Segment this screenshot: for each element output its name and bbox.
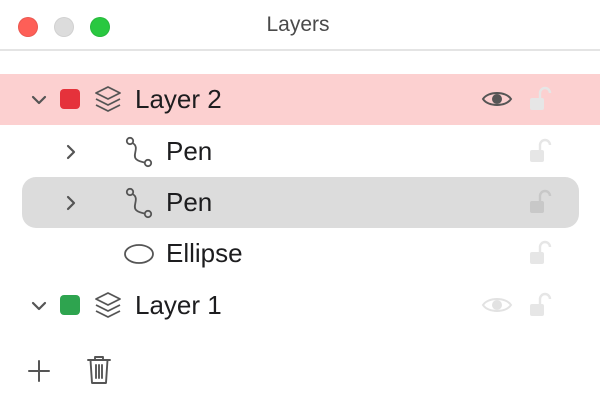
chevron-down-icon[interactable] — [30, 297, 48, 315]
unlock-icon[interactable] — [527, 188, 553, 216]
layer-row-layer-2[interactable]: Layer 2 — [0, 74, 600, 125]
chevron-down-icon[interactable] — [30, 91, 48, 109]
chevron-right-icon[interactable] — [62, 143, 80, 161]
layer-name: Layer 1 — [135, 290, 222, 320]
eye-icon[interactable] — [481, 88, 513, 110]
path-icon — [125, 136, 153, 168]
layer-color-swatch[interactable] — [60, 295, 80, 315]
layer-row-layer-1[interactable]: Layer 1 — [0, 280, 600, 331]
layers-icon — [95, 86, 121, 112]
eye-icon[interactable] — [481, 294, 513, 316]
path-icon — [125, 187, 153, 219]
selection-highlight — [22, 177, 579, 228]
trash-icon[interactable] — [86, 354, 112, 386]
layer-name: Layer 2 — [135, 84, 222, 114]
title-bar: Layers — [0, 0, 600, 51]
chevron-right-icon[interactable] — [62, 194, 80, 212]
layer-color-swatch[interactable] — [60, 89, 80, 109]
item-name: Ellipse — [166, 238, 243, 268]
item-name: Pen — [166, 136, 213, 166]
ellipse-icon — [124, 244, 154, 264]
unlock-icon[interactable] — [527, 85, 553, 113]
unlock-icon[interactable] — [527, 291, 553, 319]
layers-icon — [95, 292, 121, 318]
unlock-icon[interactable] — [527, 239, 553, 267]
layer-item-pen-selected[interactable]: Pen — [0, 177, 600, 228]
unlock-icon[interactable] — [527, 137, 553, 165]
add-icon[interactable] — [27, 359, 51, 383]
layer-item-pen[interactable]: Pen — [0, 126, 600, 177]
window-title: Layers — [266, 13, 330, 36]
item-name: Pen — [166, 187, 213, 217]
layer-item-ellipse[interactable]: Ellipse — [0, 228, 600, 279]
